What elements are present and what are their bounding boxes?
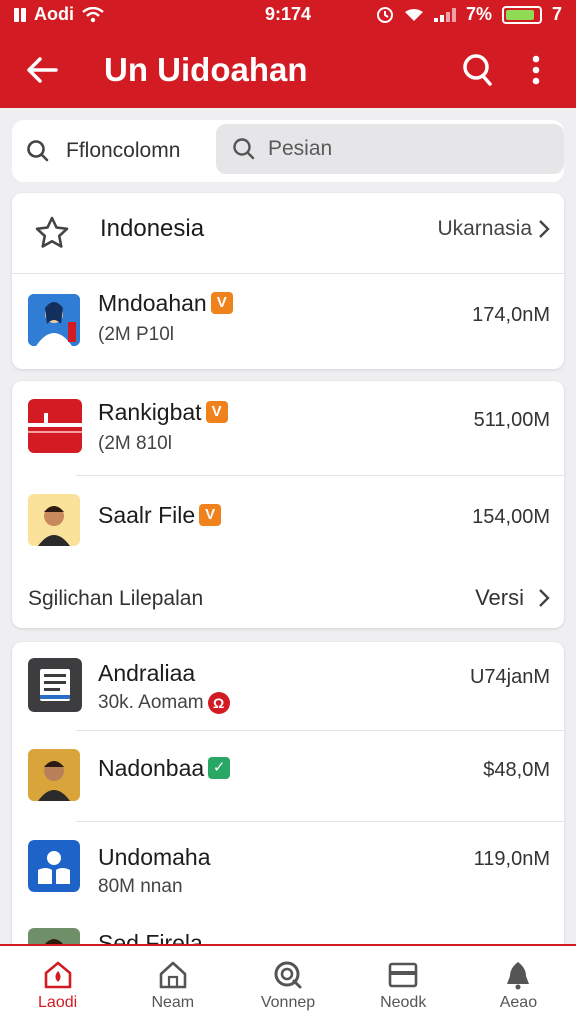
nav-item-vonnep[interactable]: Vonnep [230,946,345,1024]
nav-item-neam[interactable]: Neam [115,946,230,1024]
search-icon [463,54,492,86]
item-amount: 154,00M [472,506,550,528]
status-extra: 7 [551,4,562,24]
battery-icon [501,5,542,24]
bottom-navigation: Laodi Neam Vonnep Neodk Aeao [0,944,576,1024]
item-name: Undomaha [98,844,211,870]
verified-badge: V [205,401,228,423]
nav-label: Aeao [499,994,538,1011]
item-amount: $48,0M [483,759,550,781]
chevron-right-icon [539,589,550,607]
section-list-2: Rankigbat V (2M 810l 511,00M Saalr File V … [12,381,564,628]
nav-label: Laodi [38,994,78,1011]
search-icon [233,138,255,160]
section-footer[interactable]: Sgilichan Lilepalan Versi [12,571,564,627]
item-amount: 119,0nM [473,848,550,870]
search-circle-icon [274,961,302,989]
people-blue-icon [28,840,80,892]
star-icon [35,216,69,248]
house-outline-icon [159,961,187,989]
list-item[interactable]: Undomaha 80M nnan 119,0nM [12,822,564,918]
item-subtitle: (2M P10l [98,324,175,345]
document-icon [28,658,82,712]
search-filter-tab[interactable]: Ffloncolomn [26,134,180,168]
verified-badge: ✓ [208,757,231,779]
person-blue-icon [28,294,80,346]
nav-item-home[interactable]: Laodi [0,946,115,1024]
verified-badge: V [210,292,233,314]
back-button[interactable] [20,48,64,92]
bell-icon [507,962,530,990]
section-action-label: Ukarnasia [437,217,532,240]
section-title: Indonesia [100,215,205,242]
person-mustard-icon [28,749,80,801]
section-footer-action-label: Versi [475,585,524,610]
list-item[interactable]: Rankigbat V (2M 810l 511,00M [12,381,564,475]
back-arrow-icon [27,57,58,83]
more-options-button[interactable] [514,48,558,92]
item-name: Mndoahan [98,290,207,316]
item-amount: 511,00M [473,409,550,431]
app-header: Aodi 9:174 7% 7 Un Uidoahan [0,0,576,108]
nav-label: Neam [151,994,195,1011]
person-yellow-icon [28,494,80,546]
search-input[interactable] [268,137,528,161]
search-filter-label: Ffloncolomn [66,139,181,162]
more-vertical-icon [532,55,540,85]
wallet-icon [388,962,418,988]
wifi-status-icon [404,8,423,21]
item-amount: U74janM [469,666,550,688]
flag-red-icon [28,399,82,453]
section-action[interactable]: Ukarnasia [437,217,550,241]
item-name: Andraliaa [98,660,196,686]
section-footer-action[interactable]: Versi [475,585,550,611]
item-subtitle: 30k. Aomam [98,692,204,713]
nav-label: Vonnep [260,994,316,1011]
chevron-right-icon [539,220,550,238]
app-bar: Un Uidoahan [0,40,576,100]
section-indonesia: Indonesia Ukarnasia Mndoahan V (2M P10l 1… [12,193,564,369]
status-badge: Ω [207,692,230,714]
item-name: Saalr File [98,502,196,528]
nav-item-aeao[interactable]: Aeao [461,946,576,1024]
list-item[interactable]: Nadonbaa ✓ $48,0M [12,731,564,821]
verified-badge: V [199,504,222,526]
list-item[interactable]: Saalr File V 154,00M [12,476,564,568]
list-item[interactable]: Andraliaa 30k. Aomam Ω U74janM [12,642,564,730]
search-box[interactable] [216,124,564,174]
nav-label: Neodk [380,994,427,1011]
item-name: Nadonbaa [98,755,205,781]
list-item[interactable]: Mndoahan V (2M P10l 174,0nM [12,274,564,369]
search-icon [27,140,49,162]
status-bar: Aodi 9:174 7% 7 [0,0,576,28]
search-row: Ffloncolomn [12,120,564,182]
section-list-3: Andraliaa 30k. Aomam Ω U74janM Nadonbaa ✓ … [12,642,564,962]
item-subtitle: 80M nnan [98,876,183,897]
signal-icon [433,7,456,22]
item-subtitle: (2M 810l [98,433,172,454]
section-footer-label: Sgilichan Lilepalan [28,587,204,610]
alarm-icon [376,6,393,23]
battery-percent: 7% [465,4,492,24]
section-header[interactable]: Indonesia Ukarnasia [12,193,564,273]
search-button[interactable] [456,48,500,92]
nav-item-neodk[interactable]: Neodk [346,946,461,1024]
page-title: Un Uidoahan [104,51,308,88]
item-name: Rankigbat [98,399,202,425]
home-icon [44,961,71,989]
item-amount: 174,0nM [472,304,550,326]
